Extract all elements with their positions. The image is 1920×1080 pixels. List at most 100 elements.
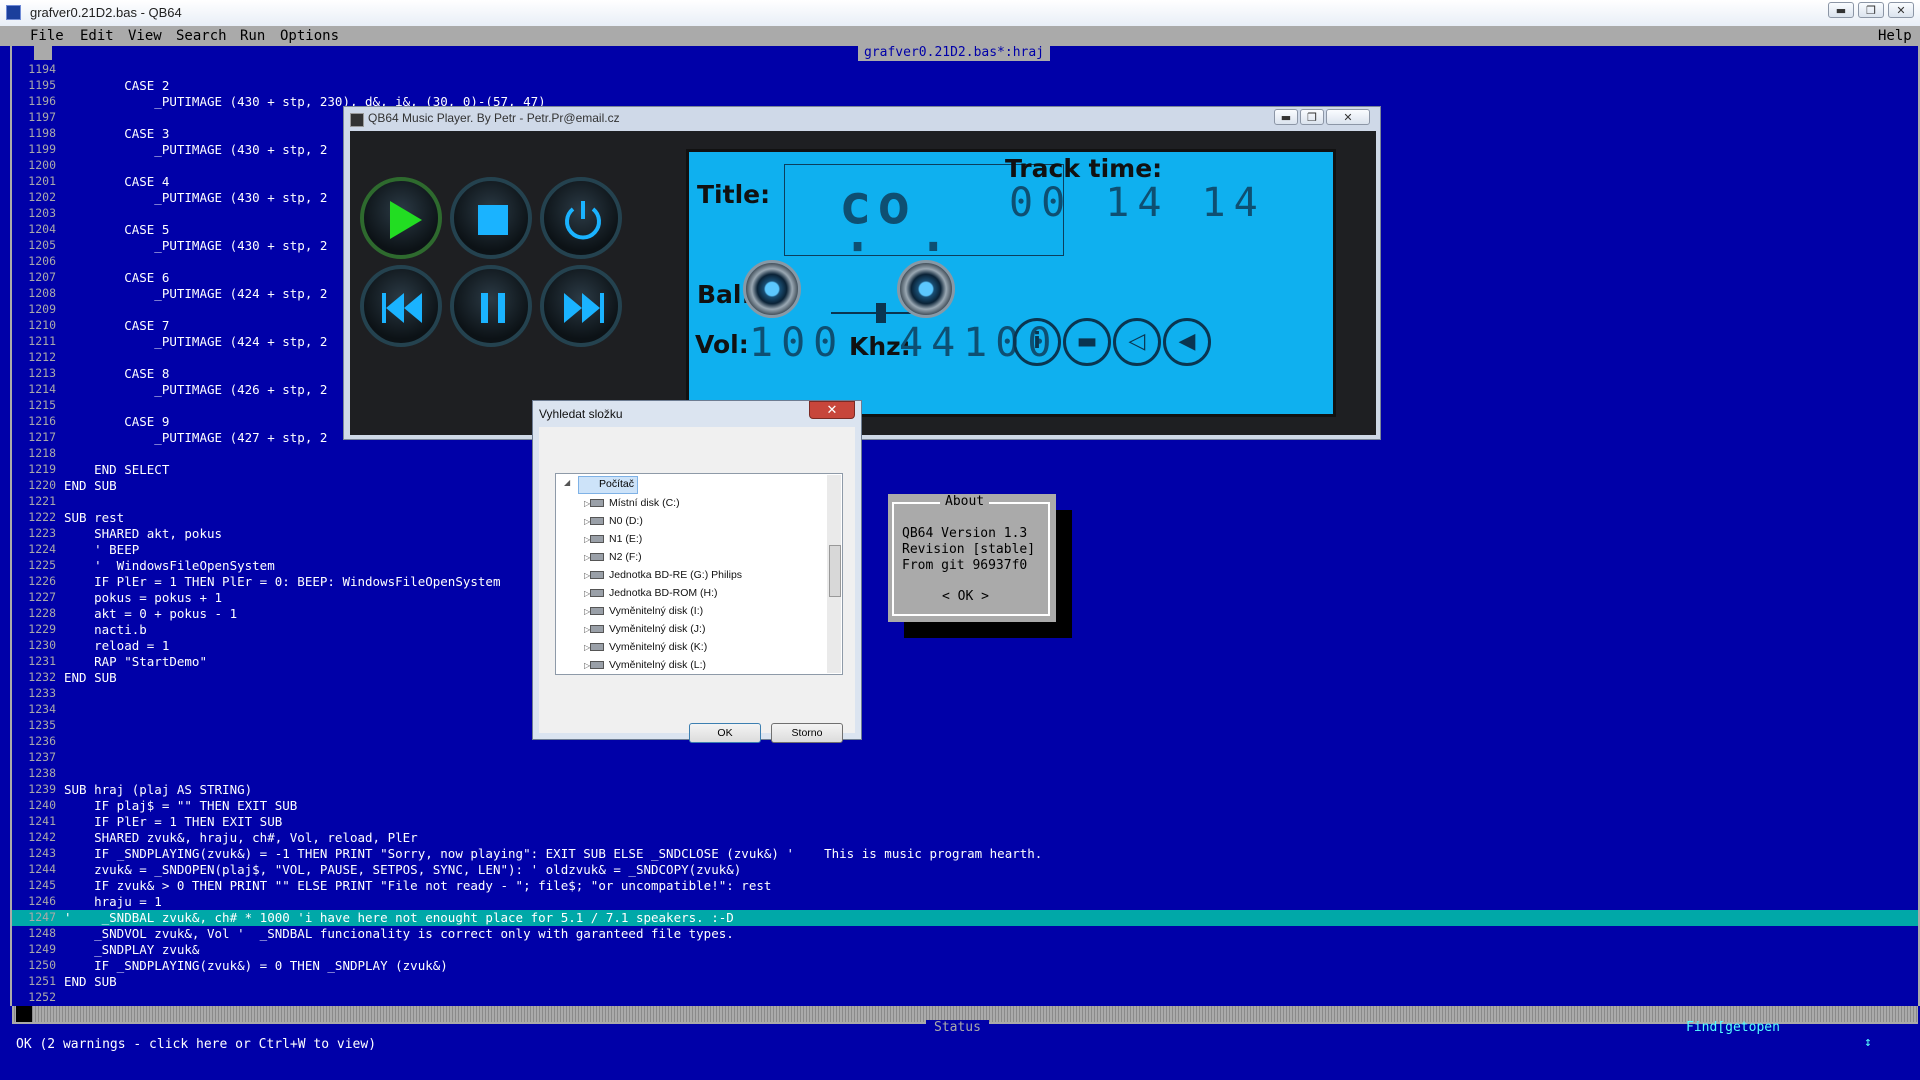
scroll-up-arrow[interactable] xyxy=(34,46,52,60)
tree-scrollbar[interactable] xyxy=(827,475,841,673)
line-number: 1223 xyxy=(28,526,56,540)
power-button[interactable] xyxy=(540,177,622,259)
dialog-ok-button[interactable]: OK xyxy=(689,723,761,743)
code-line[interactable]: IF plaj$ = "" THEN EXIT SUB xyxy=(64,798,297,813)
menu-edit[interactable]: Edit xyxy=(80,28,114,44)
stop-button[interactable] xyxy=(450,177,532,259)
player-close-button[interactable]: ✕ xyxy=(1326,109,1370,125)
tree-item-drive[interactable]: Vyměnitelný disk (J:) xyxy=(590,620,705,638)
code-line[interactable]: SHARED akt, pokus xyxy=(64,526,222,541)
code-line[interactable]: _PUTIMAGE (424 + stp, 2 xyxy=(64,286,327,301)
find-arrow-icon[interactable]: ↕ xyxy=(1864,1035,1872,1050)
code-line[interactable]: nacti.b xyxy=(64,622,147,637)
code-line[interactable]: CASE 8 xyxy=(64,366,169,381)
code-line[interactable]: END SELECT xyxy=(64,462,169,477)
fast-forward-button[interactable] xyxy=(540,265,622,347)
code-line[interactable]: _PUTIMAGE (426 + stp, 2 xyxy=(64,382,327,397)
code-line[interactable]: _PUTIMAGE (430 + stp, 2 xyxy=(64,142,327,157)
tree-item-drive[interactable]: Vyměnitelný disk (K:) xyxy=(590,638,707,656)
code-line[interactable]: _SNDVOL zvuk&, Vol ' _SNDBAL funcionalit… xyxy=(64,926,734,941)
tree-scrollbar-thumb[interactable] xyxy=(829,545,841,597)
play-button[interactable] xyxy=(360,177,442,259)
right-speaker-icon[interactable] xyxy=(897,260,955,318)
code-line[interactable]: END SUB xyxy=(64,974,117,989)
code-line[interactable]: CASE 9 xyxy=(64,414,169,429)
code-line[interactable]: CASE 7 xyxy=(64,318,169,333)
code-line[interactable]: CASE 4 xyxy=(64,174,169,189)
code-line[interactable]: ' WindowsFileOpenSystem xyxy=(64,558,275,573)
balance-slider-knob[interactable] xyxy=(876,303,886,323)
tree-root-computer[interactable]: Počítač xyxy=(578,476,639,494)
code-line[interactable]: hraju = 1 xyxy=(64,894,162,909)
menu-file[interactable]: File xyxy=(30,28,64,44)
tree-item-drive[interactable]: Jednotka BD-ROM (H:) xyxy=(590,584,718,602)
tree-item-drive[interactable]: Vyměnitelný disk (I:) xyxy=(590,602,703,620)
code-line[interactable]: _SNDPLAY zvuk& xyxy=(64,942,199,957)
collapse-icon[interactable]: ◢ xyxy=(564,478,570,487)
maximize-button[interactable]: ❐ xyxy=(1858,2,1884,18)
code-line[interactable]: IF PlEr = 1 THEN EXIT SUB xyxy=(64,814,282,829)
code-line[interactable]: IF _SNDPLAYING(zvuk&) = 0 THEN _SNDPLAY … xyxy=(64,958,448,973)
volume-down-button[interactable]: ◁ xyxy=(1113,318,1161,366)
code-line[interactable]: _PUTIMAGE (427 + stp, 2 xyxy=(64,430,327,445)
line-number: 1242 xyxy=(28,830,56,844)
close-button[interactable]: ✕ xyxy=(1888,2,1914,18)
player-maximize-button[interactable]: ❐ xyxy=(1300,109,1324,125)
code-line[interactable]: _PUTIMAGE (430 + stp, 2 xyxy=(64,238,327,253)
code-line[interactable]: zvuk& = _SNDOPEN(plaj$, "VOL, PAUSE, SET… xyxy=(64,862,741,877)
line-number: 1219 xyxy=(28,462,56,476)
line-number: 1231 xyxy=(28,654,56,668)
code-line[interactable]: _PUTIMAGE (424 + stp, 2 xyxy=(64,334,327,349)
tree-item-drive[interactable]: N0 (D:) xyxy=(590,512,643,530)
volume-up-button[interactable]: ◀ xyxy=(1163,318,1211,366)
code-line[interactable]: CASE 3 xyxy=(64,126,169,141)
find-field[interactable]: Find[getopen ↕ xyxy=(1686,1020,1920,1050)
about-title: About xyxy=(940,494,990,509)
tree-item-drive[interactable]: N1 (E:) xyxy=(590,530,642,548)
code-line[interactable]: END SUB xyxy=(64,670,117,685)
status-message[interactable]: OK (2 warnings - click here or Ctrl+W to… xyxy=(16,1037,376,1052)
line-number: 1240 xyxy=(28,798,56,812)
code-line[interactable]: SUB rest xyxy=(64,510,124,525)
code-line[interactable]: IF PlEr = 1 THEN PlEr = 0: BEEP: Windows… xyxy=(64,574,500,589)
code-line[interactable]: END SUB xyxy=(64,478,117,493)
about-ok-button[interactable]: < OK > xyxy=(942,589,989,604)
code-line[interactable]: SUB hraj (plaj AS STRING) xyxy=(64,782,252,797)
dialog-close-button[interactable]: ✕ xyxy=(809,401,855,419)
code-line[interactable]: _PUTIMAGE (430 + stp, 2 xyxy=(64,190,327,205)
tree-item-drive[interactable]: Vyměnitelný disk (L:) xyxy=(590,656,706,674)
code-line[interactable]: pokus = pokus + 1 xyxy=(64,590,222,605)
tree-item-drive[interactable]: N2 (F:) xyxy=(590,548,642,566)
line-number: 1232 xyxy=(28,670,56,684)
player-minimize-button[interactable]: ▬ xyxy=(1274,109,1298,125)
code-line[interactable]: CASE 6 xyxy=(64,270,169,285)
line-number: 1245 xyxy=(28,878,56,892)
code-line[interactable]: akt = 0 + pokus - 1 xyxy=(64,606,237,621)
rewind-button[interactable] xyxy=(360,265,442,347)
scrollbar-thumb[interactable] xyxy=(16,1006,32,1022)
minimize-button[interactable]: ▬ xyxy=(1828,2,1854,18)
line-number: 1248 xyxy=(28,926,56,940)
menu-options[interactable]: Options xyxy=(280,28,339,44)
tree-item-drive[interactable]: Místní disk (C:) xyxy=(590,494,680,512)
left-speaker-icon[interactable] xyxy=(743,260,801,318)
menu-help[interactable]: Help xyxy=(1878,28,1912,44)
dialog-cancel-button[interactable]: Storno xyxy=(771,723,843,743)
code-line[interactable]: RAP "StartDemo" xyxy=(64,654,207,669)
folder-tree[interactable]: ◢ Počítač ▷ Místní disk (C:) ▷ N0 (D:) ▷ N1 (… xyxy=(555,473,843,675)
menu-search[interactable]: Search xyxy=(176,28,227,44)
code-line[interactable]: CASE 5 xyxy=(64,222,169,237)
code-line[interactable]: reload = 1 xyxy=(64,638,169,653)
menu-run[interactable]: Run xyxy=(240,28,265,44)
tree-item-drive[interactable]: Jednotka BD-RE (G:) Philips xyxy=(590,566,742,584)
menu-view[interactable]: View xyxy=(128,28,162,44)
pause-button[interactable] xyxy=(450,265,532,347)
info-button[interactable]: i xyxy=(1013,318,1061,366)
code-line[interactable]: CASE 2 xyxy=(64,78,169,93)
code-line[interactable]: IF _SNDPLAYING(zvuk&) = -1 THEN PRINT "S… xyxy=(64,846,1042,861)
code-line[interactable]: ' BEEP xyxy=(64,542,139,557)
code-line[interactable]: ' _SNDBAL zvuk&, ch# * 1000 'i have here… xyxy=(64,910,734,925)
code-line[interactable]: SHARED zvuk&, hraju, ch#, Vol, reload, P… xyxy=(64,830,418,845)
open-folder-button[interactable]: ▬ xyxy=(1063,318,1111,366)
code-line[interactable]: IF zvuk& > 0 THEN PRINT "" ELSE PRINT "F… xyxy=(64,878,771,893)
